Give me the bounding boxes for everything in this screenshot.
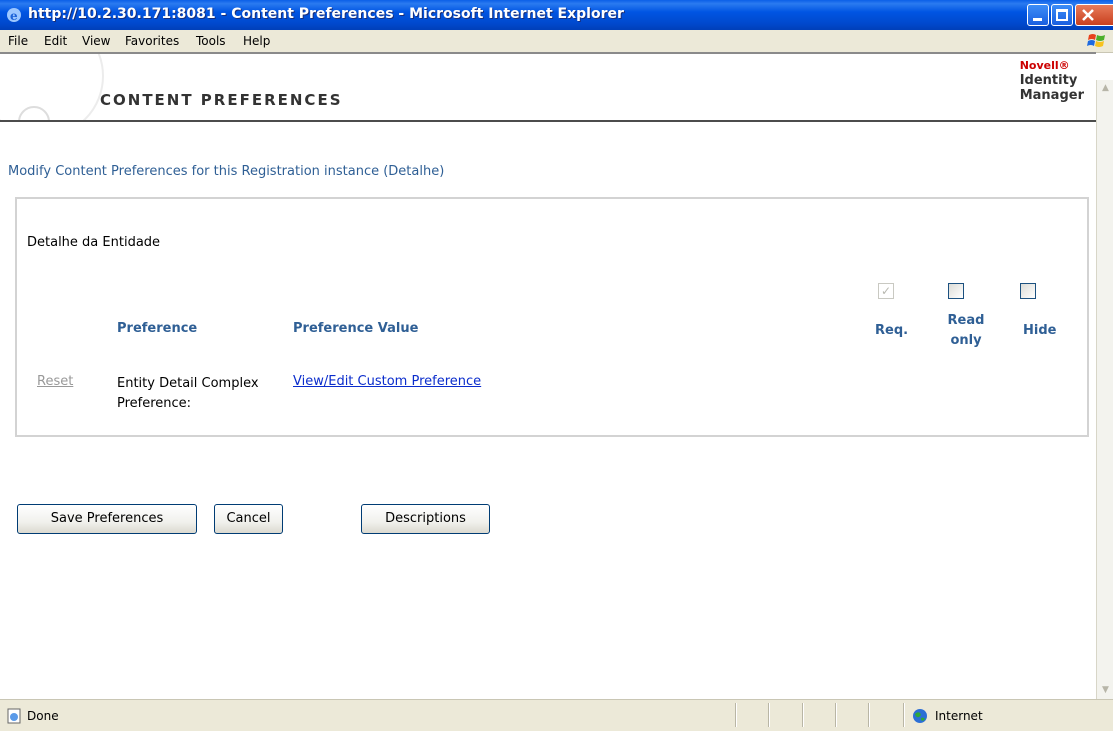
page-done-icon [7, 708, 21, 724]
descriptions-button[interactable]: Descriptions [361, 504, 490, 534]
hide-checkbox[interactable] [1020, 283, 1036, 299]
column-header-preference-value: Preference Value [293, 321, 419, 336]
ie-icon: e [7, 8, 21, 23]
title-bar[interactable]: e http://10.2.30.171:8081 - Content Pref… [0, 0, 1113, 30]
status-divider [802, 703, 803, 727]
menu-help[interactable]: Help [243, 34, 270, 48]
svg-text:e: e [10, 9, 18, 23]
internet-globe-icon [913, 709, 927, 723]
read-only-checkbox[interactable] [948, 283, 964, 299]
scroll-up-arrow-icon[interactable]: ▲ [1097, 80, 1113, 97]
status-divider [903, 703, 904, 727]
gear-decoration-icon [0, 54, 104, 120]
status-divider [768, 703, 769, 727]
status-divider [835, 703, 836, 727]
read-only-line1: Read [947, 313, 985, 328]
column-header-hide: Hide [1023, 323, 1057, 338]
status-divider [868, 703, 869, 727]
cancel-button[interactable]: Cancel [214, 504, 283, 534]
section-title: Detalhe da Entidade [27, 235, 161, 250]
menu-file[interactable]: File [8, 34, 28, 48]
scroll-down-arrow-icon[interactable]: ▼ [1097, 682, 1113, 699]
window-title: http://10.2.30.171:8081 - Content Prefer… [28, 6, 624, 22]
page-heading: CONTENT PREFERENCES [100, 91, 343, 109]
menu-bar: File Edit View Favorites Tools Help [0, 30, 1113, 53]
vertical-scrollbar[interactable]: ▲ ▼ [1096, 80, 1113, 699]
column-header-preference: Preference [117, 321, 198, 336]
column-header-read-only: Read only [941, 311, 991, 351]
page-viewport: CONTENT PREFERENCES Novell® Identity Man… [0, 52, 1096, 701]
column-header-req: Req. [875, 323, 909, 338]
menu-edit[interactable]: Edit [44, 34, 67, 48]
brand-line1: Identity [1019, 73, 1078, 88]
windows-logo-icon [1087, 34, 1105, 47]
minimize-button[interactable] [1027, 4, 1049, 26]
preferences-panel: Detalhe da Entidade Preference Preferenc… [15, 197, 1089, 437]
status-bar: Done Internet [0, 699, 1113, 731]
header-banner: CONTENT PREFERENCES Novell® Identity Man… [0, 54, 1096, 122]
preference-name-line1: Entity Detail Complex [117, 376, 259, 391]
maximize-button[interactable] [1051, 4, 1073, 26]
checkmark-icon: ✓ [880, 284, 892, 298]
menu-favorites[interactable]: Favorites [125, 34, 179, 48]
status-text: Done [27, 709, 59, 723]
req-checkbox[interactable]: ✓ [878, 283, 894, 299]
page-subtitle: Modify Content Preferences for this Regi… [8, 164, 445, 179]
maximize-icon [1056, 9, 1068, 21]
close-button[interactable] [1075, 4, 1113, 26]
status-divider [735, 703, 736, 727]
security-zone: Internet [935, 709, 983, 723]
brand-line2: Manager [1019, 88, 1084, 103]
menu-tools[interactable]: Tools [196, 34, 226, 48]
preference-name-line2: Preference: [117, 396, 192, 411]
preference-name: Entity Detail Complex Preference: [117, 374, 277, 414]
menu-view[interactable]: View [82, 34, 110, 48]
minimize-icon [1033, 18, 1042, 21]
novell-logo: Novell® Identity Manager [1020, 58, 1084, 103]
save-preferences-button[interactable]: Save Preferences [17, 504, 197, 534]
read-only-line2: only [950, 333, 982, 348]
close-icon [1082, 9, 1094, 21]
view-edit-custom-preference-link[interactable]: View/Edit Custom Preference [293, 374, 481, 389]
reset-link[interactable]: Reset [37, 374, 73, 389]
brand-novell: Novell® [1019, 59, 1070, 72]
